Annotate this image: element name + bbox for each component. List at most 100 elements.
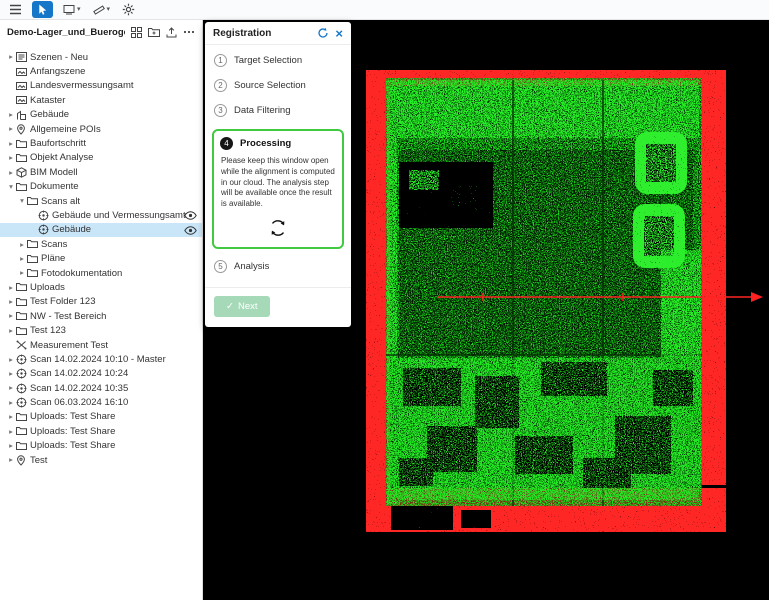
tree-item-label: Landesvermessungsamt <box>30 80 150 91</box>
settings-gear-icon[interactable] <box>120 2 137 18</box>
chevron-right-icon[interactable]: ▸ <box>6 312 16 320</box>
add-folder-icon[interactable] <box>148 27 160 37</box>
tree-item-21[interactable]: ▸Scan 14.02.2024 10:10 - Master <box>0 352 202 366</box>
aligned-scan-green <box>386 78 702 506</box>
project-header: Demo-Lager_und_Bueroge... <box>0 20 202 44</box>
tree-item-24[interactable]: ▸Scan 06.03.2024 16:10 <box>0 395 202 409</box>
tree-item-26[interactable]: ▸Uploads: Test Share <box>0 424 202 438</box>
tree-item-7[interactable]: ▸Objekt Analyse <box>0 151 202 165</box>
visibility-eye-icon[interactable] <box>184 226 197 235</box>
chevron-down-icon[interactable]: ▾ <box>17 197 27 205</box>
registration-panel-header: Registration × <box>205 22 351 45</box>
tree-item-9[interactable]: ▾Dokumente <box>0 180 202 194</box>
tree-item-14[interactable]: ▸Pläne <box>0 251 202 265</box>
folder-icon <box>16 297 30 307</box>
chevron-right-icon[interactable]: ▸ <box>6 298 16 306</box>
chevron-right-icon[interactable]: ▸ <box>17 255 27 263</box>
tree-item-label: Anfangszene <box>30 66 101 77</box>
scenes-layers-dropdown[interactable]: ▾ <box>61 2 83 18</box>
tree-item-27[interactable]: ▸ Uploads: Test Share <box>0 439 202 453</box>
tree-item-label: Fotodokumentation <box>41 268 138 279</box>
chevron-right-icon[interactable]: ▸ <box>6 327 16 335</box>
chevron-right-icon[interactable]: ▸ <box>17 241 27 249</box>
panel-title: Registration <box>213 28 271 39</box>
chevron-right-icon[interactable]: ▸ <box>6 140 16 148</box>
tree-item-23[interactable]: ▸Scan 14.02.2024 10:35 <box>0 381 202 395</box>
tree-item-label: Uploads: Test Share <box>30 411 131 422</box>
sync-spinner-icon <box>220 217 336 239</box>
upload-icon[interactable] <box>166 27 177 38</box>
next-button-label: Next <box>238 301 258 312</box>
hamburger-menu-icon[interactable] <box>7 2 24 18</box>
chevron-right-icon[interactable]: ▸ <box>6 169 16 177</box>
tree-item-18[interactable]: ▸NW - Test Bereich <box>0 309 202 323</box>
step-processing[interactable]: 4 Processing <box>220 137 336 150</box>
step-label: Source Selection <box>234 80 306 91</box>
chevron-right-icon[interactable]: ▸ <box>6 284 16 292</box>
tree-item-1[interactable]: Anfangszene <box>0 64 202 78</box>
step-target-selection[interactable]: 1 Target Selection <box>214 54 342 67</box>
step-label: Data Filtering <box>234 105 291 116</box>
tree-item-label: Gebäude <box>52 224 107 235</box>
folder-icon <box>27 196 41 206</box>
chevron-right-icon[interactable]: ▸ <box>6 456 16 464</box>
chevron-right-icon[interactable]: ▸ <box>6 370 16 378</box>
chevron-right-icon[interactable]: ▸ <box>6 111 16 119</box>
chevron-right-icon[interactable]: ▸ <box>6 154 16 162</box>
tree-item-label: Kataster <box>30 95 81 106</box>
list-icon <box>16 52 30 62</box>
chevron-right-icon[interactable]: ▸ <box>6 442 16 450</box>
chevron-right-icon[interactable]: ▸ <box>6 413 16 421</box>
tree-item-10[interactable]: ▾ Scans alt <box>0 194 202 208</box>
chevron-right-icon[interactable]: ▸ <box>6 53 16 61</box>
next-button[interactable]: ✓ Next <box>214 296 270 317</box>
tree-item-4[interactable]: ▸ Gebäude <box>0 108 202 122</box>
tree-item-25[interactable]: ▸ Uploads: Test Share <box>0 410 202 424</box>
more-options-icon[interactable] <box>183 30 195 34</box>
refresh-icon[interactable] <box>317 27 329 39</box>
chevron-right-icon[interactable]: ▸ <box>6 384 16 392</box>
chevron-down-icon[interactable]: ▾ <box>6 183 16 191</box>
visibility-eye-icon[interactable] <box>184 211 197 220</box>
tree-item-5[interactable]: ▸Allgemeine POIs <box>0 122 202 136</box>
tree-item-12[interactable]: Gebäude <box>0 223 202 237</box>
cursor-select-tool-button[interactable] <box>32 1 53 18</box>
registration-steps: 1 Target Selection 2 Source Selection 3 … <box>205 45 351 287</box>
step-source-selection[interactable]: 2 Source Selection <box>214 79 342 92</box>
tree-item-6[interactable]: ▸Baufortschritt <box>0 136 202 150</box>
tree-item-19[interactable]: ▸Test 123 <box>0 323 202 337</box>
chevron-right-icon[interactable]: ▸ <box>17 269 27 277</box>
slide-icon <box>16 81 30 91</box>
building-icon <box>16 110 30 120</box>
step-data-filtering[interactable]: 3 Data Filtering <box>214 104 342 117</box>
step-analysis[interactable]: 5 Analysis <box>214 260 342 273</box>
folder-icon <box>16 282 30 292</box>
close-icon[interactable]: × <box>335 27 343 40</box>
tree-item-22[interactable]: ▸Scan 14.02.2024 10:24 <box>0 367 202 381</box>
tree-item-2[interactable]: Landesvermessungsamt <box>0 79 202 93</box>
tree-item-15[interactable]: ▸ Fotodokumentation <box>0 266 202 280</box>
tree-item-11[interactable]: Gebäude und Vermessungsamt <box>0 208 202 222</box>
check-icon: ✓ <box>226 301 234 312</box>
chevron-right-icon[interactable]: ▸ <box>6 399 16 407</box>
tree-item-label: Scans alt <box>41 196 96 207</box>
tree-item-16[interactable]: ▸ Uploads <box>0 280 202 294</box>
grid-view-icon[interactable] <box>131 27 142 38</box>
tree-item-0[interactable]: ▸Szenen - Neu <box>0 50 202 64</box>
tree-item-13[interactable]: ▸Scans <box>0 237 202 251</box>
measure-tools-dropdown[interactable]: ▾ <box>91 2 113 18</box>
tree-item-label: Uploads: Test Share <box>30 440 131 451</box>
pin-icon <box>16 455 30 466</box>
tree-item-17[interactable]: ▸Test Folder 123 <box>0 295 202 309</box>
chevron-right-icon[interactable]: ▸ <box>6 356 16 364</box>
step-number: 3 <box>214 104 227 117</box>
chevron-right-icon[interactable]: ▸ <box>6 125 16 133</box>
tree-item-20[interactable]: Measurement Test <box>0 338 202 352</box>
tree-item-label: Gebäude <box>30 109 85 120</box>
chevron-right-icon[interactable]: ▸ <box>6 428 16 436</box>
tree-item-3[interactable]: Kataster <box>0 93 202 107</box>
project-title: Demo-Lager_und_Bueroge... <box>7 27 125 38</box>
tree-item-28[interactable]: ▸Test <box>0 453 202 467</box>
tree-item-8[interactable]: ▸BIM Modell <box>0 165 202 179</box>
tree-item-label: Uploads <box>30 282 81 293</box>
